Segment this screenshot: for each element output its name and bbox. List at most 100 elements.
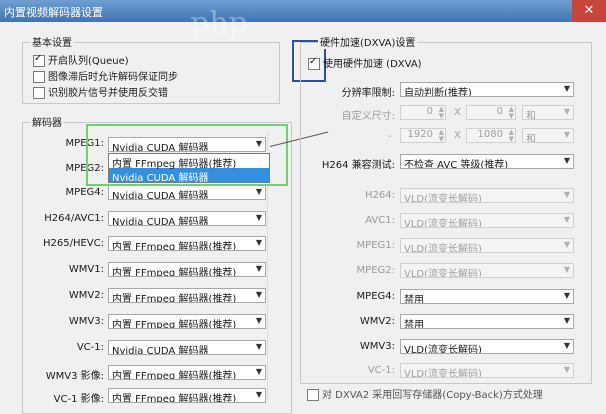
select-value: 内置 FFmpeg 解码器(推荐) bbox=[112, 242, 237, 251]
dxva-mode-select[interactable]: VLD(流变长解码) ▼ bbox=[400, 238, 574, 253]
copyback-checkbox[interactable]: 对 DXVA2 采用回写存储器(Copy-Back)方式处理 bbox=[307, 386, 543, 401]
chevron-down-icon: ▼ bbox=[255, 367, 262, 376]
select-value: Nvidia CUDA 解码器 bbox=[112, 191, 209, 200]
resolution-select[interactable]: 自动判断(推荐) ▼ bbox=[400, 82, 574, 97]
dxva-codec-label: MPEG2: bbox=[356, 265, 395, 276]
decoder-select[interactable]: 内置 FFmpeg 解码器(推荐) ▼ bbox=[108, 365, 266, 380]
chevron-down-icon: ▼ bbox=[563, 190, 570, 199]
chevron-down-icon: ▼ bbox=[255, 264, 262, 273]
spin-value: 1920 bbox=[407, 129, 433, 140]
spin-arrows-icon: ▲ ▼ bbox=[508, 105, 514, 120]
decoder-select[interactable]: Nvidia CUDA 解码器 ▼ bbox=[108, 185, 266, 200]
dxva-mode-select[interactable]: VLD(流变长解码) ▼ bbox=[400, 339, 574, 354]
chevron-down-icon: ▼ bbox=[255, 390, 262, 399]
spin-arrows-icon: ▲ ▼ bbox=[438, 105, 444, 120]
chevron-down-icon: ▼ bbox=[255, 342, 262, 351]
chevron-down-icon: ▼ bbox=[255, 187, 262, 196]
decoder-label: MPEG4: bbox=[65, 187, 104, 198]
chevron-down-icon: ▼ bbox=[563, 84, 570, 93]
spin-value: 0 bbox=[496, 106, 503, 117]
range-dash: - bbox=[388, 131, 392, 142]
decoder-select[interactable]: Nvidia CUDA 解码器 ▼ bbox=[108, 211, 266, 226]
dxva-mode-select[interactable]: 禁用 ▼ bbox=[400, 289, 574, 304]
checkbox-label: 识别胶片信号并使用反交错 bbox=[48, 88, 168, 99]
sync-checkbox[interactable]: 图像滞后时允许解码保证同步 bbox=[33, 68, 178, 83]
custom-height-spin[interactable]: 0 ▲ ▼ bbox=[466, 105, 516, 120]
dxva-mode-select[interactable]: VLD(流变长解码) ▼ bbox=[400, 188, 574, 203]
select-value: 和 bbox=[526, 134, 536, 143]
chevron-down-icon: ▼ bbox=[563, 215, 570, 224]
custom-width-spin[interactable]: 0 ▲ ▼ bbox=[400, 105, 446, 120]
watermark-logo: php bbox=[190, 6, 248, 41]
checkbox-box[interactable] bbox=[308, 56, 320, 70]
queue-checkbox[interactable]: 开启队列(Queue) bbox=[33, 52, 129, 67]
checkbox-box[interactable] bbox=[307, 389, 319, 401]
custom-unit-select[interactable]: 和 ▼ bbox=[522, 105, 574, 120]
dxva-mode-select[interactable]: 禁用 ▼ bbox=[400, 314, 574, 329]
spin-arrows-icon: ▲ ▼ bbox=[508, 128, 514, 143]
dxva-mode-select[interactable]: VLD(流变长解码) ▼ bbox=[400, 263, 574, 278]
decoder-select[interactable]: 内置 FFmpeg 解码器(推荐) ▼ bbox=[108, 262, 266, 277]
film-checkbox[interactable]: 识别胶片信号并使用反交错 bbox=[33, 84, 168, 99]
chevron-down-icon: ▼ bbox=[563, 265, 570, 274]
decoder-select[interactable]: 内置 FFmpeg 解码器(推荐) ▼ bbox=[108, 288, 266, 303]
decoder-label: WMV1: bbox=[68, 264, 104, 275]
chevron-down-icon: ▼ bbox=[563, 316, 570, 325]
chevron-down-icon: ▼ bbox=[563, 156, 570, 165]
chevron-down-icon: ▼ bbox=[255, 290, 262, 299]
x-separator: X bbox=[454, 130, 461, 141]
chevron-down-icon: ▼ bbox=[563, 130, 570, 139]
decoder-label: VC-1: bbox=[76, 342, 104, 353]
resolution-label: 分辨率限制: bbox=[341, 88, 395, 99]
select-value: 内置 FFmpeg 解码器(推荐) bbox=[112, 294, 237, 303]
decoders-legend: 解码器 bbox=[30, 114, 64, 129]
select-value: VLD(流变长解码) bbox=[404, 269, 482, 278]
window-title: 内置视频解码器设置 bbox=[4, 6, 103, 19]
select-value: 禁用 bbox=[404, 295, 424, 304]
dxva-codec-label: MPEG1: bbox=[356, 240, 395, 251]
checkbox-label: 图像滞后时允许解码保证同步 bbox=[48, 72, 178, 83]
select-value: 禁用 bbox=[404, 320, 424, 329]
checkbox-box[interactable] bbox=[33, 53, 45, 67]
select-value: VLD(流变长解码) bbox=[404, 219, 482, 228]
decoder-select[interactable]: 内置 FFmpeg 解码器(推荐) ▼ bbox=[108, 236, 266, 251]
x-separator: X bbox=[454, 107, 461, 118]
select-value: VLD(流变长解码) bbox=[404, 244, 482, 253]
decoder-select[interactable]: 内置 FFmpeg 解码器(推荐) ▼ bbox=[108, 314, 266, 329]
h264-compat-select[interactable]: 不检查 AVC 等级(推荐) ▼ bbox=[400, 154, 574, 169]
dxva-codec-label: WMV2: bbox=[359, 316, 395, 327]
decoder-select[interactable]: 内置 FFmpeg 解码器(推荐) ▼ bbox=[108, 388, 266, 403]
select-value: 内置 FFmpeg 解码器(推荐) bbox=[112, 371, 237, 380]
spin-value: 0 bbox=[426, 106, 433, 117]
chevron-down-icon: ▼ bbox=[255, 213, 262, 222]
dxva-codec-label: WMV3: bbox=[359, 341, 395, 352]
chevron-down-icon: ▼ bbox=[563, 291, 570, 300]
basic-settings-legend: 基本设置 bbox=[30, 34, 74, 49]
range-width-spin[interactable]: 1920 ▲ ▼ bbox=[400, 128, 446, 143]
custom-size-label: 自定义尺寸: bbox=[341, 111, 395, 122]
checkbox-box[interactable] bbox=[33, 87, 45, 99]
dxva-mode-select[interactable]: VLD(流变长解码) ▼ bbox=[400, 363, 574, 378]
select-value: 内置 FFmpeg 解码器(推荐) bbox=[112, 320, 237, 329]
dxva-mode-select[interactable]: VLD(流变长解码) ▼ bbox=[400, 213, 574, 228]
decoder-label: H264/AVC1: bbox=[44, 213, 104, 224]
dxva-enable-checkbox[interactable]: 使用硬件加速 (DXVA) bbox=[308, 55, 422, 70]
chevron-down-icon: ▼ bbox=[563, 365, 570, 374]
checkbox-box[interactable] bbox=[33, 71, 45, 83]
annotation-highlight bbox=[86, 124, 288, 186]
select-value: VLD(流变长解码) bbox=[404, 194, 482, 203]
close-button[interactable]: ✕ bbox=[572, 0, 606, 22]
title-bar: 内置视频解码器设置 php ✕ bbox=[0, 0, 606, 41]
spin-value: 1080 bbox=[477, 129, 503, 140]
select-value: 和 bbox=[526, 111, 536, 120]
select-value: Nvidia CUDA 解码器 bbox=[112, 217, 209, 226]
chevron-down-icon: ▼ bbox=[255, 238, 262, 247]
decoder-label: WMV3: bbox=[68, 316, 104, 327]
dxva-codec-label: MPEG4: bbox=[356, 291, 395, 302]
dxva-codec-label: H264: bbox=[365, 190, 395, 201]
range-height-spin[interactable]: 1080 ▲ ▼ bbox=[466, 128, 516, 143]
select-value: Nvidia CUDA 解码器 bbox=[112, 346, 209, 355]
decoder-select[interactable]: Nvidia CUDA 解码器 ▼ bbox=[108, 340, 266, 355]
close-icon: ✕ bbox=[583, 3, 595, 18]
range-unit-select[interactable]: 和 ▼ bbox=[522, 128, 574, 143]
